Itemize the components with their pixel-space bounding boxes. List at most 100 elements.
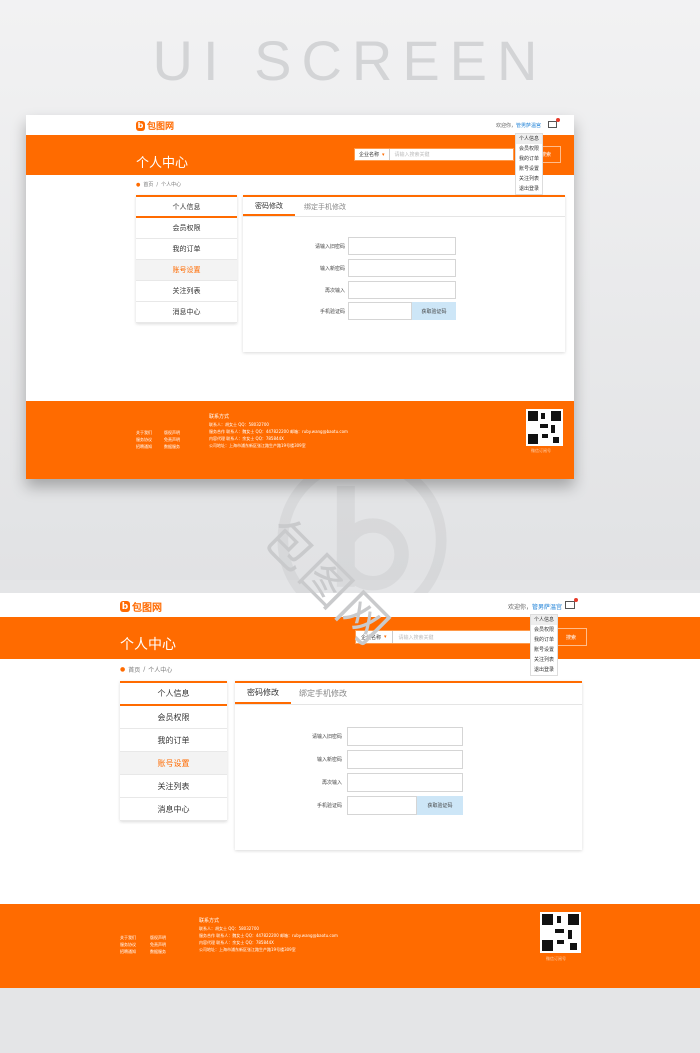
footer-link-about[interactable]: 关于我们 — [120, 934, 136, 941]
dropdown-item-follows[interactable]: 关注列表 — [516, 174, 542, 184]
phone-code-row: 手机验证码 获取验证码 — [283, 302, 456, 320]
dropdown-item-profile[interactable]: 个人信息 — [516, 134, 542, 144]
settings-panel: 密码修改 绑定手机修改 请输入旧密码 输入新密码 再次输入 手机验证码 获取验证… — [243, 195, 565, 352]
breadcrumb-home[interactable]: 首页 — [143, 181, 153, 188]
footer-link-jobs[interactable]: 招聘通知 — [120, 948, 136, 955]
search-category-select[interactable]: 企业名称 ▾ — [355, 149, 390, 160]
search-input[interactable]: 请输入搜索关键 — [399, 634, 434, 641]
sidebar-item-membership[interactable]: 会员权限 — [136, 218, 237, 239]
qr-caption: 微信订阅号 — [546, 956, 566, 961]
footer-link-disclaimer[interactable]: 免责声明 — [164, 436, 180, 443]
sidebar-item-account-settings[interactable]: 账号设置 — [120, 752, 227, 775]
dropdown-item-settings[interactable]: 账号设置 — [516, 164, 542, 174]
contact-line: 服务合作 联系人：魏女士 QQ：447822200 邮箱：ruby.wang@b… — [199, 933, 338, 938]
site-logo[interactable]: b 包图网 — [136, 119, 174, 132]
screen-preview-large: b 包图网 欢迎你，管男萨温宫 个人中心 企业名称 ▾ 请输入搜索关键 搜索 个人… — [0, 593, 700, 988]
footer-contact-info: 联系人：胡女士 QQ：58032700 服务合作 联系人：魏女士 QQ：4478… — [209, 421, 348, 449]
location-pin-icon: ● — [120, 666, 126, 673]
sidebar-item-membership[interactable]: 会员权限 — [120, 706, 227, 729]
footer-links-col2: 版权声明 免责声明 数据服务 — [150, 934, 166, 955]
breadcrumb-separator: / — [143, 666, 146, 673]
search-input[interactable]: 请输入搜索关键 — [395, 151, 430, 158]
sidebar-item-messages[interactable]: 消息中心 — [136, 302, 237, 323]
old-password-row: 请输入旧密码 — [280, 727, 463, 746]
sidebar-item-follows[interactable]: 关注列表 — [120, 775, 227, 798]
tab-bar: 密码修改 绑定手机修改 — [235, 683, 582, 705]
get-code-button[interactable]: 获取验证码 — [417, 796, 463, 815]
screen-preview-small: b 包图网 欢迎你，管男萨温宫 个人中心 企业名称 ▾ 请输入搜索关键 搜索 个人… — [26, 115, 574, 479]
sidebar-item-account-settings[interactable]: 账号设置 — [136, 260, 237, 281]
footer-link-copyright[interactable]: 版权声明 — [150, 934, 166, 941]
search-category-label: 企业名称 — [359, 152, 380, 158]
footer-link-copyright[interactable]: 版权声明 — [164, 429, 180, 436]
confirm-password-row: 再次输入 — [283, 281, 456, 299]
sidebar-item-profile[interactable]: 个人信息 — [136, 197, 237, 218]
sidebar-item-follows[interactable]: 关注列表 — [136, 281, 237, 302]
phone-code-row: 手机验证码 获取验证码 — [280, 796, 463, 815]
welcome-label: 欢迎你， — [508, 604, 533, 611]
mail-icon[interactable] — [548, 118, 560, 128]
site-footer: 关于我们 服务协议 招聘通知 版权声明 免责声明 数据服务 联系方式 联系人：胡… — [0, 904, 700, 988]
dropdown-item-profile[interactable]: 个人信息 — [531, 615, 557, 625]
top-bar: b 包图网 欢迎你，管男萨温宫 — [26, 115, 574, 135]
phone-code-input[interactable] — [347, 796, 417, 815]
page-title: 个人中心 — [120, 637, 176, 653]
confirm-password-row: 再次输入 — [280, 773, 463, 792]
footer-link-service[interactable]: 服务协议 — [120, 941, 136, 948]
dropdown-item-membership[interactable]: 会员权限 — [531, 625, 557, 635]
sidebar-item-orders[interactable]: 我的订单 — [136, 239, 237, 260]
tab-password[interactable]: 密码修改 — [235, 683, 291, 704]
username-link[interactable]: 管男萨温宫 — [532, 604, 562, 611]
sidebar-item-messages[interactable]: 消息中心 — [120, 798, 227, 821]
qr-code-icon — [526, 409, 563, 446]
welcome-text: 欢迎你，管男萨温宫 — [508, 602, 562, 611]
footer-contact-title: 联系方式 — [199, 918, 220, 924]
welcome-text: 欢迎你，管男萨温宫 — [496, 122, 541, 129]
new-password-input[interactable] — [347, 750, 463, 769]
contact-line: 内容代理 联系人：余女士 QQ：785844X — [199, 940, 274, 945]
confirm-password-input[interactable] — [348, 281, 456, 299]
dropdown-item-orders[interactable]: 我的订单 — [516, 154, 542, 164]
contact-line: 联系人：胡女士 QQ：58032700 — [199, 926, 259, 931]
breadcrumb-home[interactable]: 首页 — [128, 665, 140, 674]
new-password-input[interactable] — [348, 259, 456, 277]
breadcrumb-separator: / — [156, 181, 159, 188]
mail-icon[interactable] — [565, 598, 578, 609]
dropdown-item-follows[interactable]: 关注列表 — [531, 655, 557, 665]
confirm-password-input[interactable] — [347, 773, 463, 792]
dropdown-item-membership[interactable]: 会员权限 — [516, 144, 542, 154]
footer-link-data[interactable]: 数据服务 — [150, 948, 166, 955]
phone-code-label: 手机验证码 — [316, 803, 342, 809]
footer-link-disclaimer[interactable]: 免责声明 — [150, 941, 166, 948]
footer-link-data[interactable]: 数据服务 — [164, 443, 180, 450]
dropdown-item-orders[interactable]: 我的订单 — [531, 635, 557, 645]
dropdown-item-logout[interactable]: 退出登录 — [516, 184, 542, 194]
tab-bar: 密码修改 绑定手机修改 — [243, 197, 565, 217]
old-password-label: 请输入旧密码 — [311, 734, 342, 740]
username-link[interactable]: 管男萨温宫 — [516, 123, 541, 129]
site-logo[interactable]: b 包图网 — [120, 599, 162, 614]
tab-phone[interactable]: 绑定手机修改 — [291, 683, 355, 704]
footer-links-col1: 关于我们 服务协议 招聘通知 — [136, 429, 152, 450]
get-code-button[interactable]: 获取验证码 — [412, 302, 456, 320]
old-password-label: 请输入旧密码 — [314, 243, 345, 250]
footer-link-about[interactable]: 关于我们 — [136, 429, 152, 436]
sidebar-item-profile[interactable]: 个人信息 — [120, 683, 227, 706]
old-password-input[interactable] — [348, 237, 456, 255]
old-password-input[interactable] — [347, 727, 463, 746]
contact-line: 服务合作 联系人：魏女士 QQ：447822200 邮箱：ruby.wang@b… — [209, 429, 348, 434]
tab-password[interactable]: 密码修改 — [243, 197, 295, 216]
search-bar: 企业名称 ▾ 请输入搜索关键 — [354, 148, 514, 161]
contact-line: 公司地址：上海市浦东新区张江路生产路19号楼309室 — [199, 947, 296, 952]
tab-phone[interactable]: 绑定手机修改 — [295, 197, 355, 216]
dropdown-item-logout[interactable]: 退出登录 — [531, 665, 557, 675]
breadcrumb: ● 首页 / 个人中心 — [120, 665, 172, 674]
search-button[interactable]: 搜索 — [555, 628, 587, 646]
sidebar-item-orders[interactable]: 我的订单 — [120, 729, 227, 752]
phone-code-input[interactable] — [348, 302, 412, 320]
footer-link-service[interactable]: 服务协议 — [136, 436, 152, 443]
footer-links-col1: 关于我们 服务协议 招聘通知 — [120, 934, 136, 955]
dropdown-item-settings[interactable]: 账号设置 — [531, 645, 557, 655]
footer-link-jobs[interactable]: 招聘通知 — [136, 443, 152, 450]
breadcrumb-current: 个人中心 — [161, 182, 182, 188]
